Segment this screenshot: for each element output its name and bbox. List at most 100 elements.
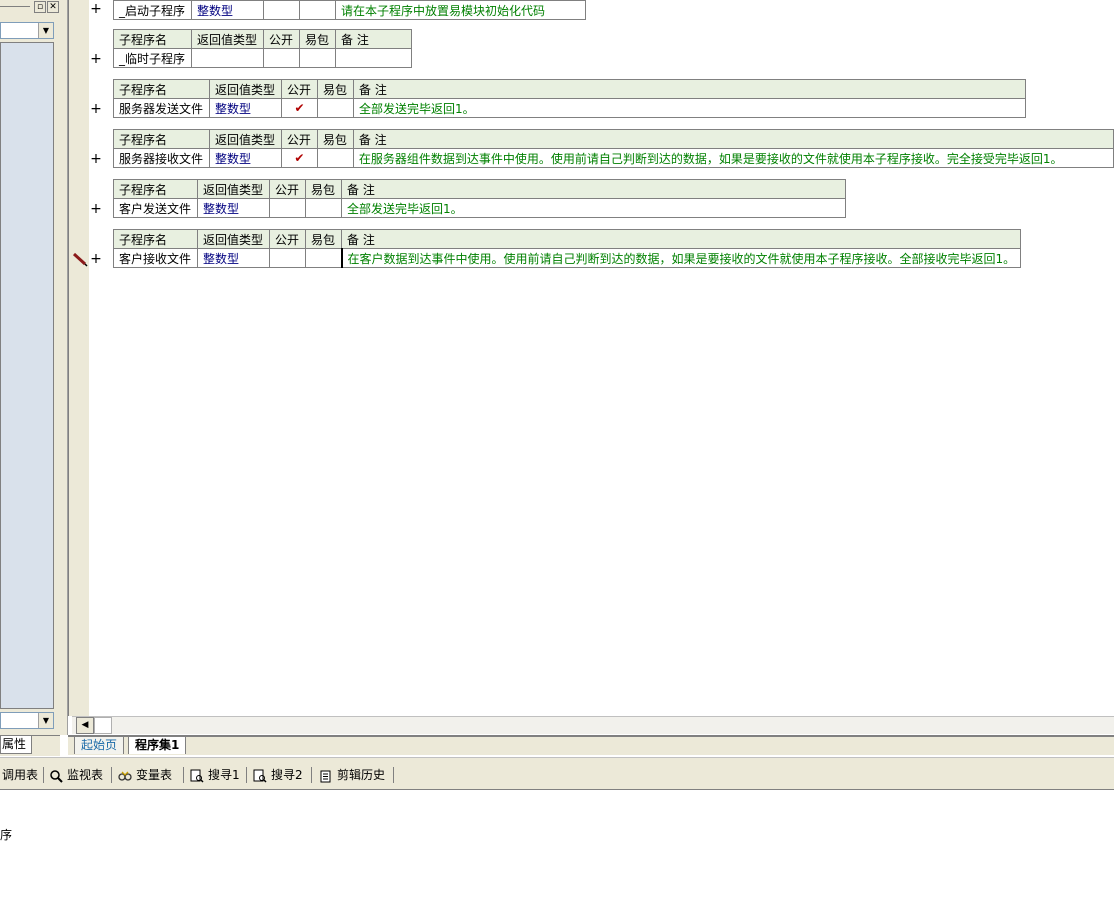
output-pane[interactable]: 序 <box>0 790 1114 915</box>
return-type-cell[interactable] <box>191 48 264 68</box>
easy-pack-cell[interactable] <box>299 48 336 68</box>
property-combobox[interactable]: ▼ <box>0 712 54 729</box>
sub-block-1: 子程序名 返回值类型 公开 易包 备 注 _临时子程序 <box>113 29 412 68</box>
remark-cell[interactable]: 在服务器组件数据到达事件中使用。使用前请自己判断到达的数据，如果是要接收的文件就… <box>352 148 1114 168</box>
chevron-down-icon[interactable]: ▼ <box>38 23 53 38</box>
return-type-cell[interactable]: 整数型 <box>209 98 282 118</box>
table-row: 客户接收文件 整数型 在客户数据到达事件中使用。使用前请自己判断到达的数据，如果… <box>113 248 1022 268</box>
sub-name-cell[interactable]: 客户接收文件 <box>113 248 198 268</box>
remark-cell[interactable]: 在客户数据到达事件中使用。使用前请自己判断到达的数据，如果是要接收的文件就使用本… <box>340 248 1022 268</box>
watch-table-label: 监视表 <box>67 768 104 782</box>
call-table-button[interactable]: 调用表 <box>2 766 38 784</box>
table-row: 客户发送文件 整数型 全部发送完毕返回1。 <box>113 198 846 218</box>
search2-label: 搜寻2 <box>271 768 303 782</box>
glasses-icon <box>118 771 132 781</box>
return-type-cell[interactable]: 整数型 <box>197 198 270 218</box>
public-cell[interactable] <box>263 48 300 68</box>
remark-cell[interactable]: 请在本子程序中放置易模块初始化代码 <box>335 0 586 20</box>
col-header-public: 公开 <box>281 79 318 99</box>
sub-name-cell[interactable]: _启动子程序 <box>113 0 192 20</box>
easy-pack-cell[interactable] <box>299 0 336 20</box>
easy-pack-cell[interactable] <box>317 98 354 118</box>
sub-name-cell[interactable]: 客户发送文件 <box>113 198 198 218</box>
search-page-icon <box>253 769 267 783</box>
return-type-cell[interactable]: 整数型 <box>191 0 264 20</box>
object-combobox[interactable]: ▼ <box>0 22 54 39</box>
editor-gutter <box>68 0 89 716</box>
panel-tabs: 属性 <box>0 735 60 756</box>
sub-table: 子程序名 返回值类型 公开 易包 备 注 服务器发送文件 整数型 ✔ 全部发送完… <box>113 79 1026 118</box>
remark-cell[interactable] <box>335 48 412 68</box>
horizontal-scrollbar[interactable]: ◀ <box>72 716 1114 734</box>
search1-button[interactable]: 搜寻1 <box>190 766 240 784</box>
project-tree-pane[interactable] <box>0 42 54 709</box>
public-cell[interactable] <box>263 0 300 20</box>
tab-start-page[interactable]: 起始页 <box>74 737 125 754</box>
return-type-cell[interactable]: 整数型 <box>208 148 282 168</box>
left-panel: ▫ ✕ ▼ ▼ <box>0 0 60 735</box>
document-tabs: 起始页 程序集1 <box>68 735 1114 755</box>
sub-block-3: 子程序名 返回值类型 公开 易包 备 注 服务器接收文件 整数型 ✔ 在服务器组… <box>113 129 1114 168</box>
easy-pack-cell[interactable] <box>316 148 354 168</box>
expand-sub-5[interactable]: + <box>90 251 102 267</box>
col-header-type: 返回值类型 <box>208 129 282 149</box>
bottom-toolbar: 调用表 监视表 变量表 搜寻1 搜寻2 剪辑历史 <box>0 757 1114 790</box>
table-row: _启动子程序 整数型 请在本子程序中放置易模块初始化代码 <box>113 0 586 20</box>
col-header-type: 返回值类型 <box>209 79 282 99</box>
easy-pack-cell[interactable] <box>305 198 342 218</box>
scroll-left-icon[interactable]: ◀ <box>76 717 94 734</box>
sub-table: 子程序名 返回值类型 公开 易包 备 注 服务器接收文件 整数型 ✔ 在服务器组… <box>113 129 1114 168</box>
public-check-icon[interactable]: ✔ <box>280 148 318 168</box>
edit-pencil-icon <box>72 252 88 267</box>
col-header-name: 子程序名 <box>113 179 198 199</box>
search1-label: 搜寻1 <box>208 768 240 782</box>
watch-table-button[interactable]: 监视表 <box>49 766 103 784</box>
sub-name-cell[interactable]: 服务器接收文件 <box>113 148 210 168</box>
table-header-row: 子程序名 返回值类型 公开 易包 备 注 <box>113 79 1026 99</box>
remark-cell[interactable]: 全部发送完毕返回1。 <box>353 98 1026 118</box>
return-type-cell[interactable]: 整数型 <box>197 248 270 268</box>
col-header-public: 公开 <box>269 179 306 199</box>
table-row: 服务器发送文件 整数型 ✔ 全部发送完毕返回1。 <box>113 98 1026 118</box>
scroll-thumb[interactable] <box>94 717 112 734</box>
var-table-button[interactable]: 变量表 <box>118 766 172 784</box>
tab-program-set-1[interactable]: 程序集1 <box>128 737 187 754</box>
search2-button[interactable]: 搜寻2 <box>253 766 303 784</box>
tab-properties[interactable]: 属性 <box>0 736 32 754</box>
col-header-remark: 备 注 <box>341 179 846 199</box>
sub-name-cell[interactable]: _临时子程序 <box>113 48 192 68</box>
sub-table: 子程序名 返回值类型 公开 易包 备 注 客户接收文件 整数型 在客户数据到达事… <box>113 229 1022 268</box>
col-header-type: 返回值类型 <box>197 229 270 249</box>
remark-cell[interactable]: 全部发送完毕返回1。 <box>341 198 846 218</box>
sub-table: 子程序名 返回值类型 公开 易包 备 注 _临时子程序 <box>113 29 412 68</box>
col-header-remark: 备 注 <box>335 29 412 49</box>
expand-sub-3[interactable]: + <box>90 151 102 167</box>
table-header-row: 子程序名 返回值类型 公开 易包 备 注 <box>113 179 846 199</box>
public-cell[interactable] <box>269 248 306 268</box>
col-header-remark: 备 注 <box>353 79 1026 99</box>
expand-sub-4[interactable]: + <box>90 201 102 217</box>
sub-table: 子程序名 返回值类型 公开 易包 备 注 客户发送文件 整数型 全部发送完毕返回… <box>113 179 846 218</box>
close-icon[interactable]: ✕ <box>47 1 59 13</box>
restore-icon[interactable]: ▫ <box>34 1 46 13</box>
search-page-icon <box>190 769 204 783</box>
col-header-easypack: 易包 <box>317 79 354 99</box>
expand-sub-2[interactable]: + <box>90 101 102 117</box>
splitter[interactable] <box>60 0 68 735</box>
clip-history-button[interactable]: 剪辑历史 <box>319 766 385 784</box>
expand-sub-0[interactable]: + <box>90 1 102 17</box>
col-header-public: 公开 <box>280 129 318 149</box>
col-header-remark: 备 注 <box>352 129 1114 149</box>
clip-history-label: 剪辑历史 <box>337 768 386 782</box>
magnifier-icon <box>50 769 63 783</box>
table-row: _临时子程序 <box>113 48 412 68</box>
sub-name-cell[interactable]: 服务器发送文件 <box>113 98 210 118</box>
col-header-remark: 备 注 <box>340 229 1022 249</box>
public-check-icon[interactable]: ✔ <box>281 98 318 118</box>
public-cell[interactable] <box>269 198 306 218</box>
chevron-down-icon[interactable]: ▼ <box>38 713 53 728</box>
table-row: 服务器接收文件 整数型 ✔ 在服务器组件数据到达事件中使用。使用前请自己判断到达… <box>113 148 1114 168</box>
col-header-easypack: 易包 <box>305 229 342 249</box>
easy-pack-cell[interactable] <box>305 248 342 268</box>
expand-sub-1[interactable]: + <box>90 51 102 67</box>
